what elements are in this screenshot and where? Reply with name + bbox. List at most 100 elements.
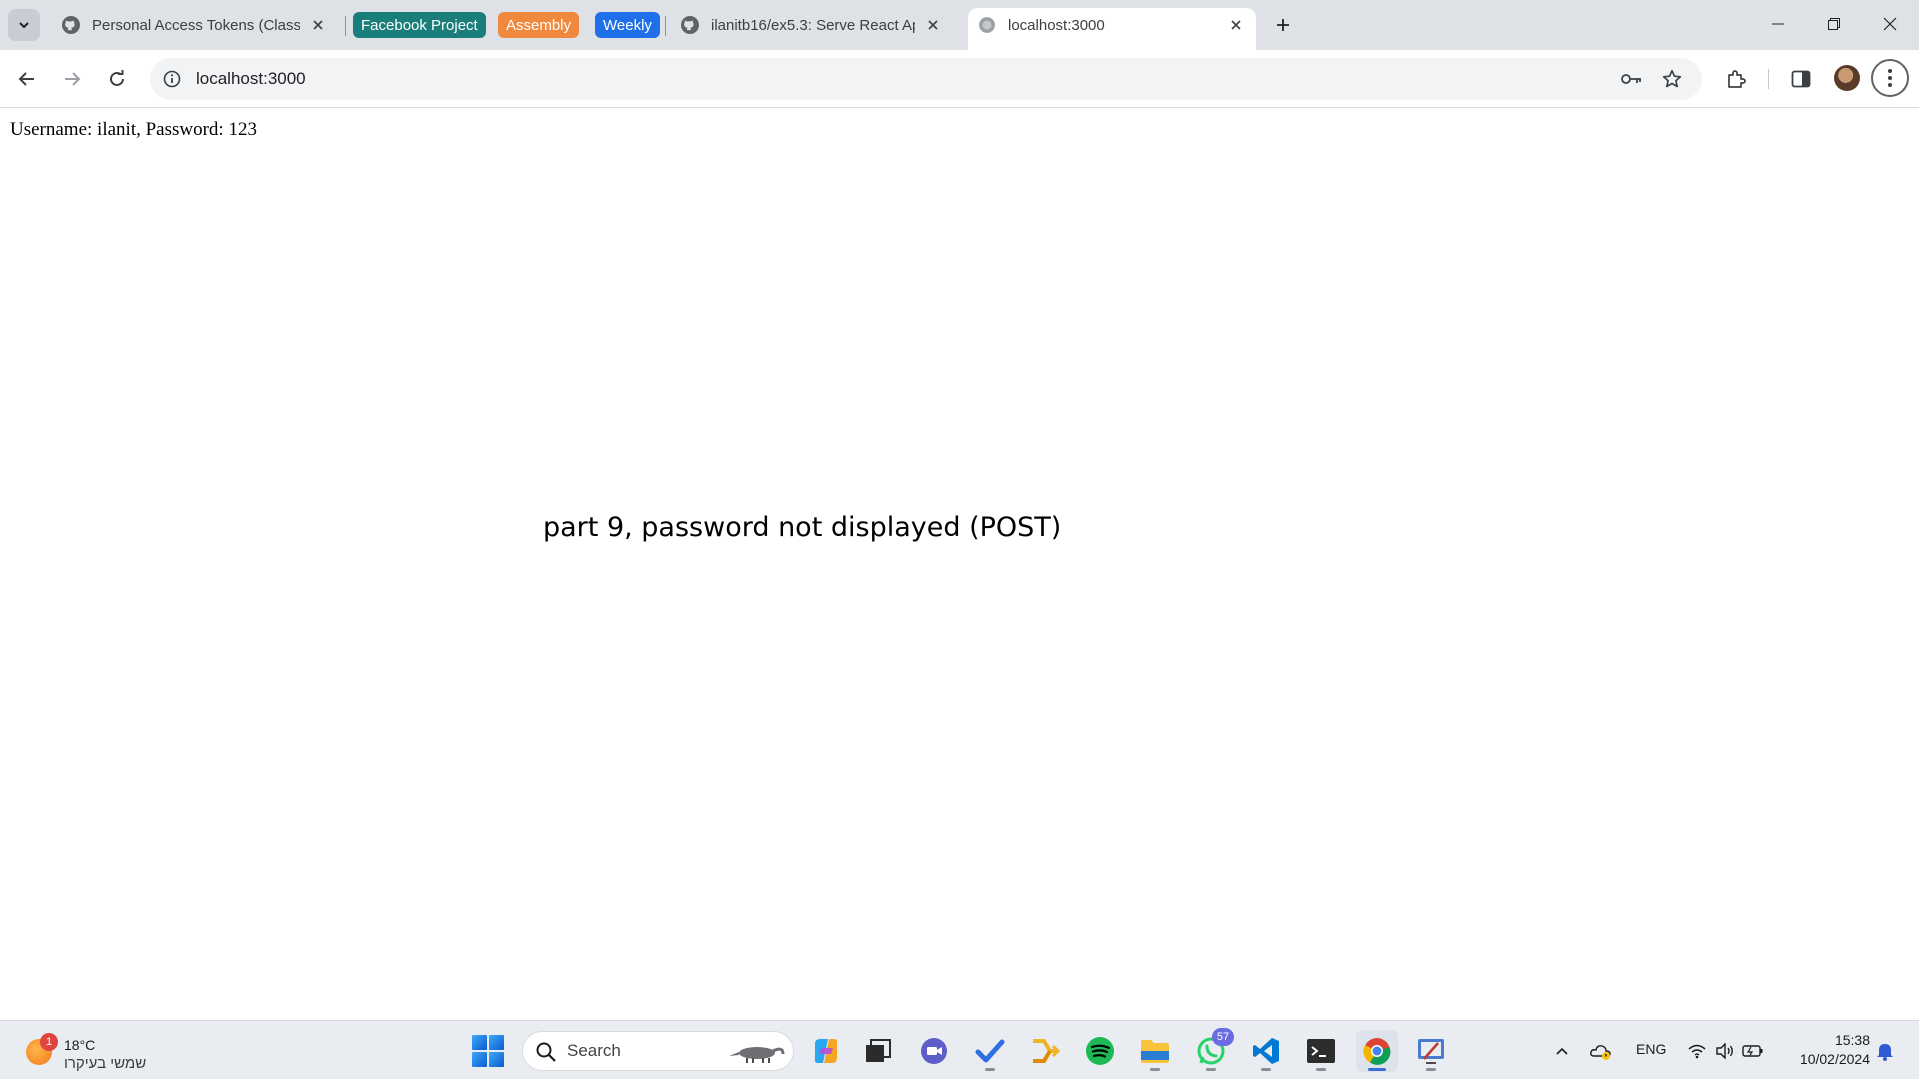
taskbar: 1 18°C שמשי בעיקרו Search 57 ENG 15:38 1…: [0, 1020, 1919, 1079]
whatsapp-unread-badge: 57: [1212, 1028, 1234, 1046]
reload-button[interactable]: [99, 61, 135, 97]
running-indicator: [1150, 1068, 1160, 1071]
side-panel-icon[interactable]: [1783, 61, 1819, 97]
notification-bell-icon[interactable]: [1873, 1039, 1897, 1063]
folder-icon: [1141, 1040, 1169, 1063]
reload-icon: [110, 70, 124, 86]
restore-icon: [1828, 18, 1840, 30]
tab-divider: [345, 16, 346, 36]
globe-icon: [979, 17, 995, 33]
notification-badge: 1: [40, 1033, 58, 1051]
close-tab-icon[interactable]: [308, 15, 328, 35]
anteater-illustration-icon: [729, 1047, 785, 1063]
battery-icon[interactable]: [1741, 1039, 1765, 1063]
tab-group-label: Weekly: [603, 16, 652, 34]
taskbar-chrome[interactable]: [1356, 1030, 1398, 1072]
tab-group-assembly[interactable]: Assembly: [498, 12, 580, 38]
browser-toolbar: localhost:3000: [0, 50, 1919, 108]
tab-strip: Personal Access Tokens (Classic) Faceboo…: [0, 0, 1919, 50]
tab-title: Personal Access Tokens (Classic): [92, 16, 300, 34]
terminal-icon: [1307, 1039, 1335, 1063]
site-info-icon[interactable]: [160, 67, 184, 91]
language-indicator[interactable]: ENG: [1636, 1041, 1666, 1057]
restore-button[interactable]: [1806, 0, 1862, 48]
tab-group-weekly[interactable]: Weekly: [595, 12, 660, 38]
video-chat-icon: [921, 1038, 947, 1064]
back-button[interactable]: [9, 61, 45, 97]
key-icon[interactable]: [1620, 67, 1644, 91]
new-tab-button[interactable]: [1268, 10, 1298, 40]
taskbar-power-automate[interactable]: [1024, 1030, 1066, 1072]
taskbar-todo[interactable]: [969, 1030, 1011, 1072]
taskbar-file-explorer[interactable]: [1134, 1030, 1176, 1072]
github-icon: [62, 16, 80, 34]
caption-text: part 9, password not displayed (POST): [543, 512, 1062, 543]
close-window-button[interactable]: [1862, 0, 1918, 48]
tab-title: ilanitb16/ex5.3: Serve React App: [711, 16, 915, 34]
toolbar-divider: [1768, 69, 1769, 89]
taskbar-vscode[interactable]: [1245, 1030, 1287, 1072]
profile-avatar[interactable]: [1834, 65, 1860, 91]
tab-personal-access-tokens[interactable]: Personal Access Tokens (Classic): [52, 8, 338, 42]
arrow-left-icon: [18, 72, 34, 86]
clock-time: 15:38: [1834, 1032, 1870, 1048]
tab-search-button[interactable]: [8, 9, 40, 41]
taskbar-task-view[interactable]: [857, 1030, 899, 1072]
forward-button[interactable]: [54, 61, 90, 97]
weather-condition: שמשי בעיקרו: [64, 1055, 147, 1072]
url-text[interactable]: localhost:3000: [196, 58, 306, 100]
spotify-icon: [1086, 1037, 1114, 1065]
credentials-text: Username: ilanit, Password: 123: [10, 119, 257, 140]
tab-localhost-3000[interactable]: localhost:3000: [968, 8, 1256, 50]
snip-icon: [1418, 1039, 1444, 1064]
weather-temperature: 18°C: [64, 1037, 96, 1053]
tab-ex5-3-serve-react-app[interactable]: ilanitb16/ex5.3: Serve React App: [671, 8, 953, 42]
page-content: Username: ilanit, Password: 123 part 9, …: [0, 109, 1919, 1020]
taskbar-snipping-tool[interactable]: [1410, 1030, 1452, 1072]
close-icon: [1883, 17, 1897, 31]
tab-divider: [665, 16, 666, 36]
minimize-icon: [1772, 23, 1784, 25]
running-indicator: [1426, 1068, 1436, 1071]
taskbar-search[interactable]: Search: [522, 1031, 794, 1071]
tab-group-label: Assembly: [506, 16, 572, 34]
wifi-icon[interactable]: [1685, 1039, 1709, 1063]
address-bar[interactable]: localhost:3000: [150, 58, 1702, 100]
tab-group-label: Facebook Project: [361, 16, 478, 34]
running-indicator: [1316, 1068, 1326, 1071]
taskbar-teams-meet[interactable]: [913, 1030, 955, 1072]
onedrive-icon[interactable]: [1589, 1039, 1613, 1063]
vscode-icon: [1253, 1038, 1279, 1064]
plus-icon: [1277, 19, 1289, 31]
task-view-icon: [866, 1039, 891, 1062]
volume-icon[interactable]: [1713, 1039, 1737, 1063]
taskbar-whatsapp[interactable]: 57: [1190, 1028, 1234, 1072]
arrows-icon: [1033, 1039, 1060, 1063]
minimize-button[interactable]: [1750, 0, 1806, 48]
copilot-icon: [814, 1039, 838, 1063]
system-clock[interactable]: 15:38 10/02/2024: [1786, 1031, 1870, 1069]
taskbar-terminal[interactable]: [1300, 1030, 1342, 1072]
running-indicator: [985, 1068, 995, 1071]
search-label: Search: [567, 1041, 621, 1060]
windows-start-icon[interactable]: [472, 1035, 504, 1067]
checkmark-icon: [975, 1039, 1005, 1063]
close-tab-icon[interactable]: [1226, 15, 1246, 35]
tab-group-facebook-project[interactable]: Facebook Project: [353, 12, 486, 38]
taskbar-spotify[interactable]: [1079, 1030, 1121, 1072]
chrome-icon: [1363, 1038, 1391, 1065]
running-indicator: [1261, 1068, 1271, 1071]
more-vert-icon: [1888, 69, 1892, 87]
chevron-up-icon[interactable]: [1550, 1039, 1574, 1063]
search-icon: [536, 1042, 556, 1062]
taskbar-copilot[interactable]: [805, 1030, 847, 1072]
chevron-down-icon: [19, 22, 29, 29]
close-tab-icon[interactable]: [923, 15, 943, 35]
star-icon[interactable]: [1660, 67, 1684, 91]
running-indicator: [1368, 1068, 1386, 1071]
arrow-right-icon: [65, 72, 81, 86]
weather-widget[interactable]: 1 18°C שמשי בעיקרו: [24, 1029, 184, 1073]
extensions-icon[interactable]: [1718, 61, 1754, 97]
github-icon: [681, 16, 699, 34]
browser-menu-button[interactable]: [1871, 59, 1909, 97]
